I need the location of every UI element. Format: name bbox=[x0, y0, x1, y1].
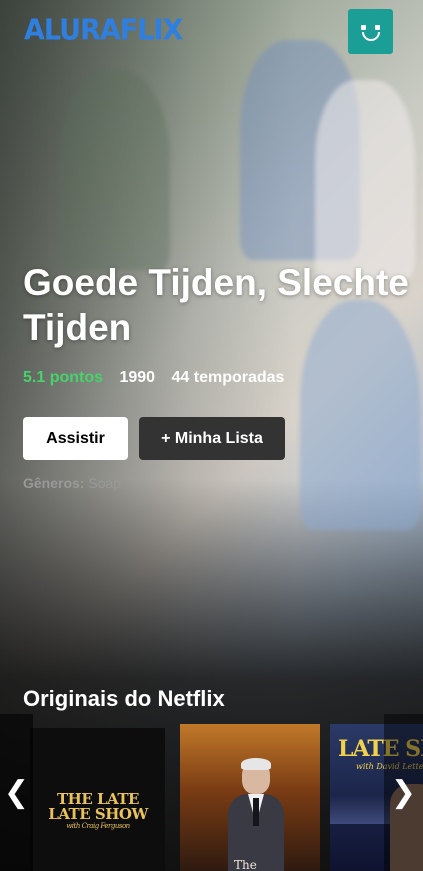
genres-value: Soap bbox=[88, 475, 122, 491]
genres-line: Gêneros: Soap bbox=[23, 475, 121, 491]
poster-subtitle: with Craig Ferguson bbox=[66, 822, 130, 830]
chevron-right-icon[interactable]: ❯ bbox=[384, 714, 423, 871]
add-to-list-button[interactable]: + Minha Lista bbox=[139, 417, 285, 460]
poster-row[interactable]: THE LATE LATE SHOW with Craig Ferguson T… bbox=[30, 724, 423, 871]
poster-logo: THE LATE LATE SHOW with Craig Ferguson bbox=[42, 792, 154, 831]
poster-title: THE LATE LATE SHOW bbox=[48, 790, 148, 823]
backdrop-figure bbox=[315, 80, 415, 280]
release-year: 1990 bbox=[119, 369, 156, 386]
chevron-left-icon[interactable]: ❮ bbox=[0, 714, 33, 871]
avatar-eye-icon bbox=[361, 25, 366, 30]
watch-button[interactable]: Assistir bbox=[23, 417, 128, 460]
season-count: 44 temporadas bbox=[171, 369, 285, 386]
row-title: Originais do Netflix bbox=[23, 686, 225, 711]
avatar-smile-icon bbox=[362, 32, 380, 41]
poster-host-figure bbox=[228, 758, 284, 871]
genres-label: Gêneros: bbox=[23, 475, 85, 491]
poster-caption: The bbox=[234, 858, 257, 871]
rating-points: 5.1 pontos bbox=[23, 369, 104, 386]
profile-avatar-icon[interactable] bbox=[348, 9, 393, 54]
app-logo[interactable]: ALURAFLIX bbox=[24, 14, 183, 47]
backdrop-figure bbox=[60, 70, 170, 270]
avatar-eye-icon bbox=[375, 25, 380, 30]
featured-info: 5.1 pontos 1990 44 temporadas bbox=[23, 369, 296, 387]
poster-card[interactable]: The bbox=[180, 724, 320, 871]
poster-card[interactable]: THE LATE LATE SHOW with Craig Ferguson bbox=[30, 728, 165, 871]
featured-title: Goede Tijden, Slechte Tijden bbox=[23, 262, 409, 348]
